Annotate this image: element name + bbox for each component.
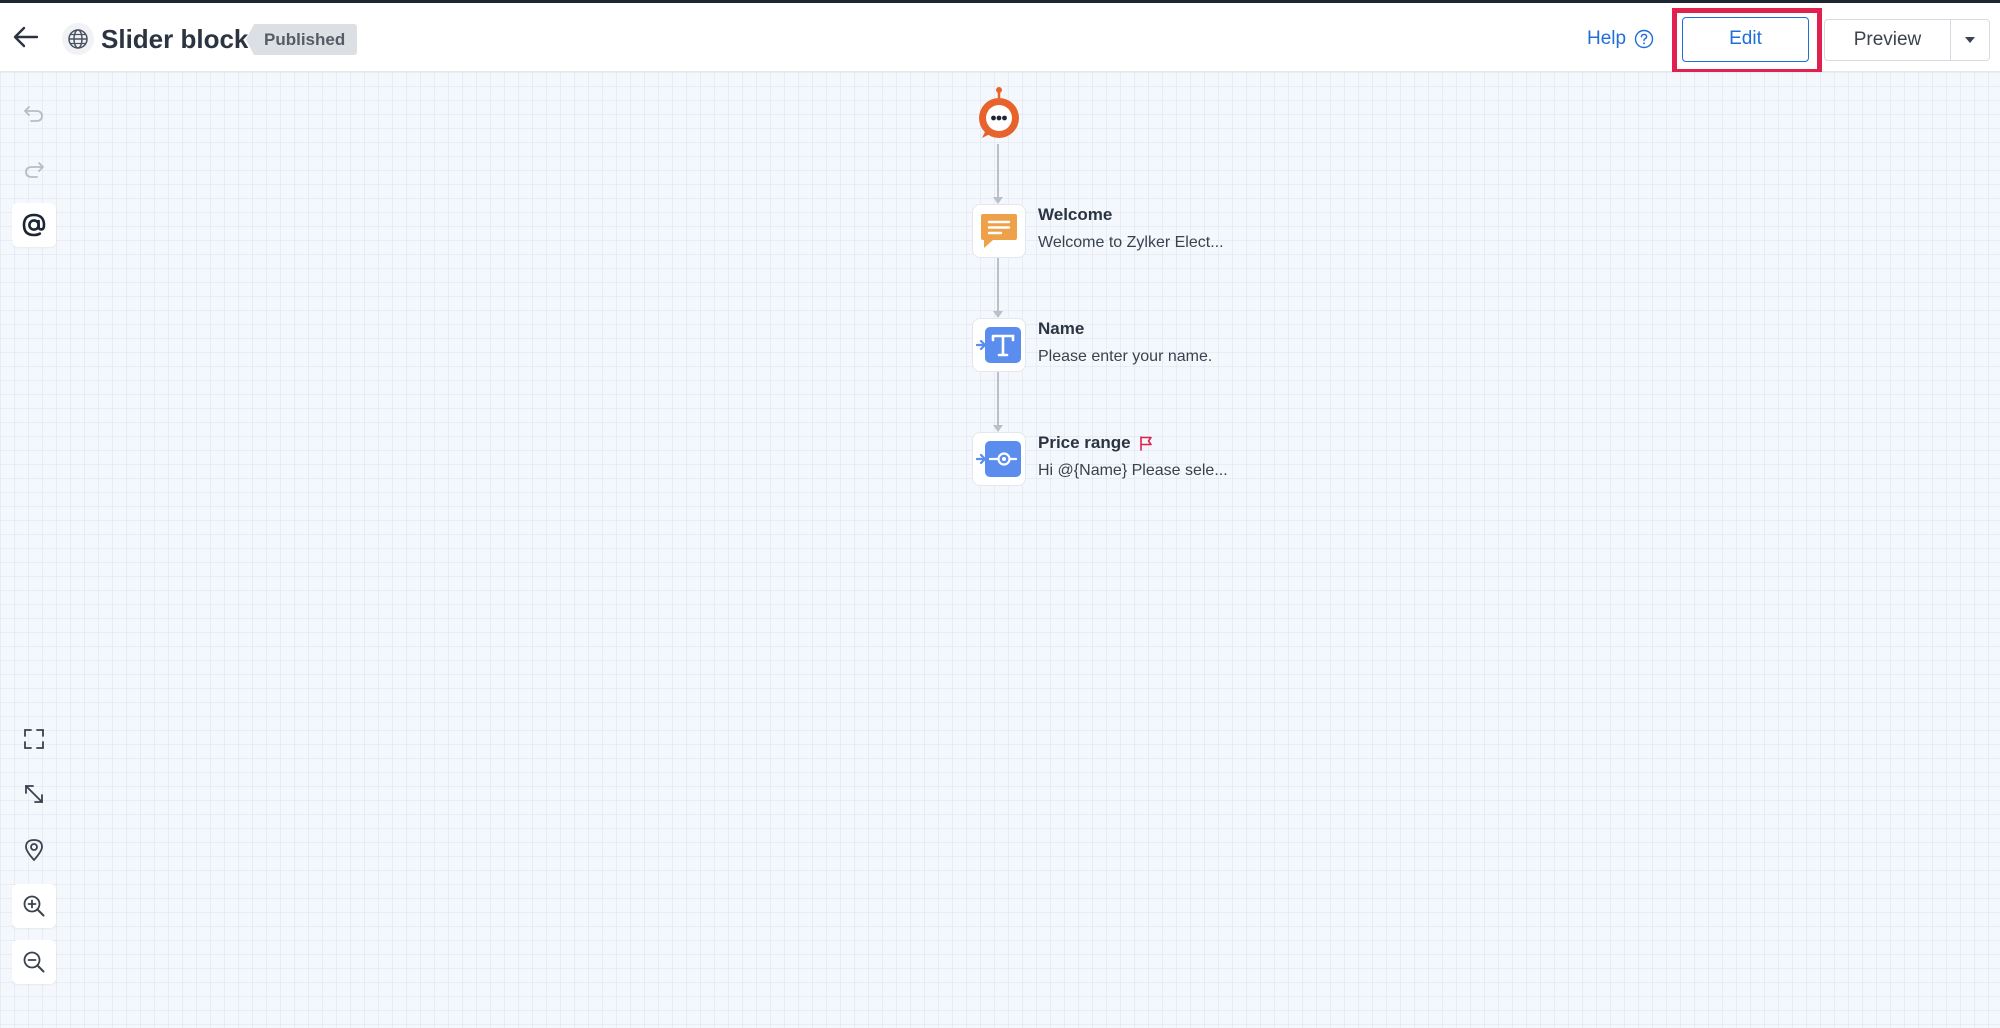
redo-button[interactable] (12, 148, 56, 192)
undo-button[interactable] (12, 92, 56, 136)
connector-arrow (993, 311, 1003, 318)
slider-icon (976, 441, 1021, 477)
text-input-icon (976, 327, 1021, 363)
bot-icon (979, 87, 1019, 138)
flow-connector (997, 372, 999, 427)
page-title: Slider block (101, 24, 249, 54)
price-range-node[interactable] (972, 432, 1026, 486)
back-button[interactable] (10, 21, 42, 53)
preview-options-dropdown[interactable] (1950, 19, 1990, 61)
flow-connector (997, 258, 999, 313)
welcome-node[interactable] (972, 204, 1026, 258)
node-title-text: Welcome (1038, 205, 1113, 224)
help-link[interactable]: Help (1587, 27, 1654, 51)
flow-connector (997, 144, 999, 199)
preview-button[interactable]: Preview (1824, 19, 1950, 61)
bot-start-node[interactable] (976, 86, 1022, 142)
fullscreen-button[interactable] (12, 717, 56, 761)
zoom-out-icon (23, 951, 45, 973)
connector-arrow (993, 197, 1003, 204)
locate-button[interactable] (12, 828, 56, 872)
message-icon (981, 214, 1017, 248)
caret-down-icon (1965, 37, 1975, 43)
zoom-in-button[interactable] (12, 884, 56, 928)
question-circle-icon (1634, 29, 1654, 49)
mention-variables-button[interactable] (12, 203, 56, 247)
arrow-left-icon (13, 26, 39, 48)
fullscreen-icon (24, 729, 44, 749)
connector-arrow (993, 425, 1003, 432)
price-range-node-subtitle: Hi @{Name} Please sele... (1038, 462, 1228, 479)
name-node-subtitle: Please enter your name. (1038, 348, 1213, 365)
help-label: Help (1587, 28, 1627, 49)
status-badge: Published (246, 24, 358, 55)
node-title-text: Name (1038, 319, 1085, 338)
zoom-out-button[interactable] (12, 940, 56, 984)
node-title-text: Price range (1038, 433, 1131, 452)
name-node-title: Name (1038, 318, 1084, 340)
undo-icon (24, 106, 43, 122)
top-bar: Slider block Published Help Edit Preview (0, 0, 2000, 74)
price-range-node-title: Price range (1038, 432, 1153, 454)
welcome-node-title: Welcome (1038, 204, 1112, 226)
expand-arrows-icon (25, 785, 43, 803)
globe-icon (62, 23, 94, 55)
map-pin-icon (25, 839, 43, 861)
zoom-in-icon (23, 895, 45, 917)
flag-icon (1139, 436, 1152, 451)
name-node[interactable] (972, 318, 1026, 372)
redo-icon (25, 162, 44, 178)
at-sign-icon (22, 213, 46, 237)
fit-to-screen-button[interactable] (12, 772, 56, 816)
welcome-node-subtitle: Welcome to Zylker Elect... (1038, 234, 1224, 251)
edit-button[interactable]: Edit (1682, 17, 1809, 62)
